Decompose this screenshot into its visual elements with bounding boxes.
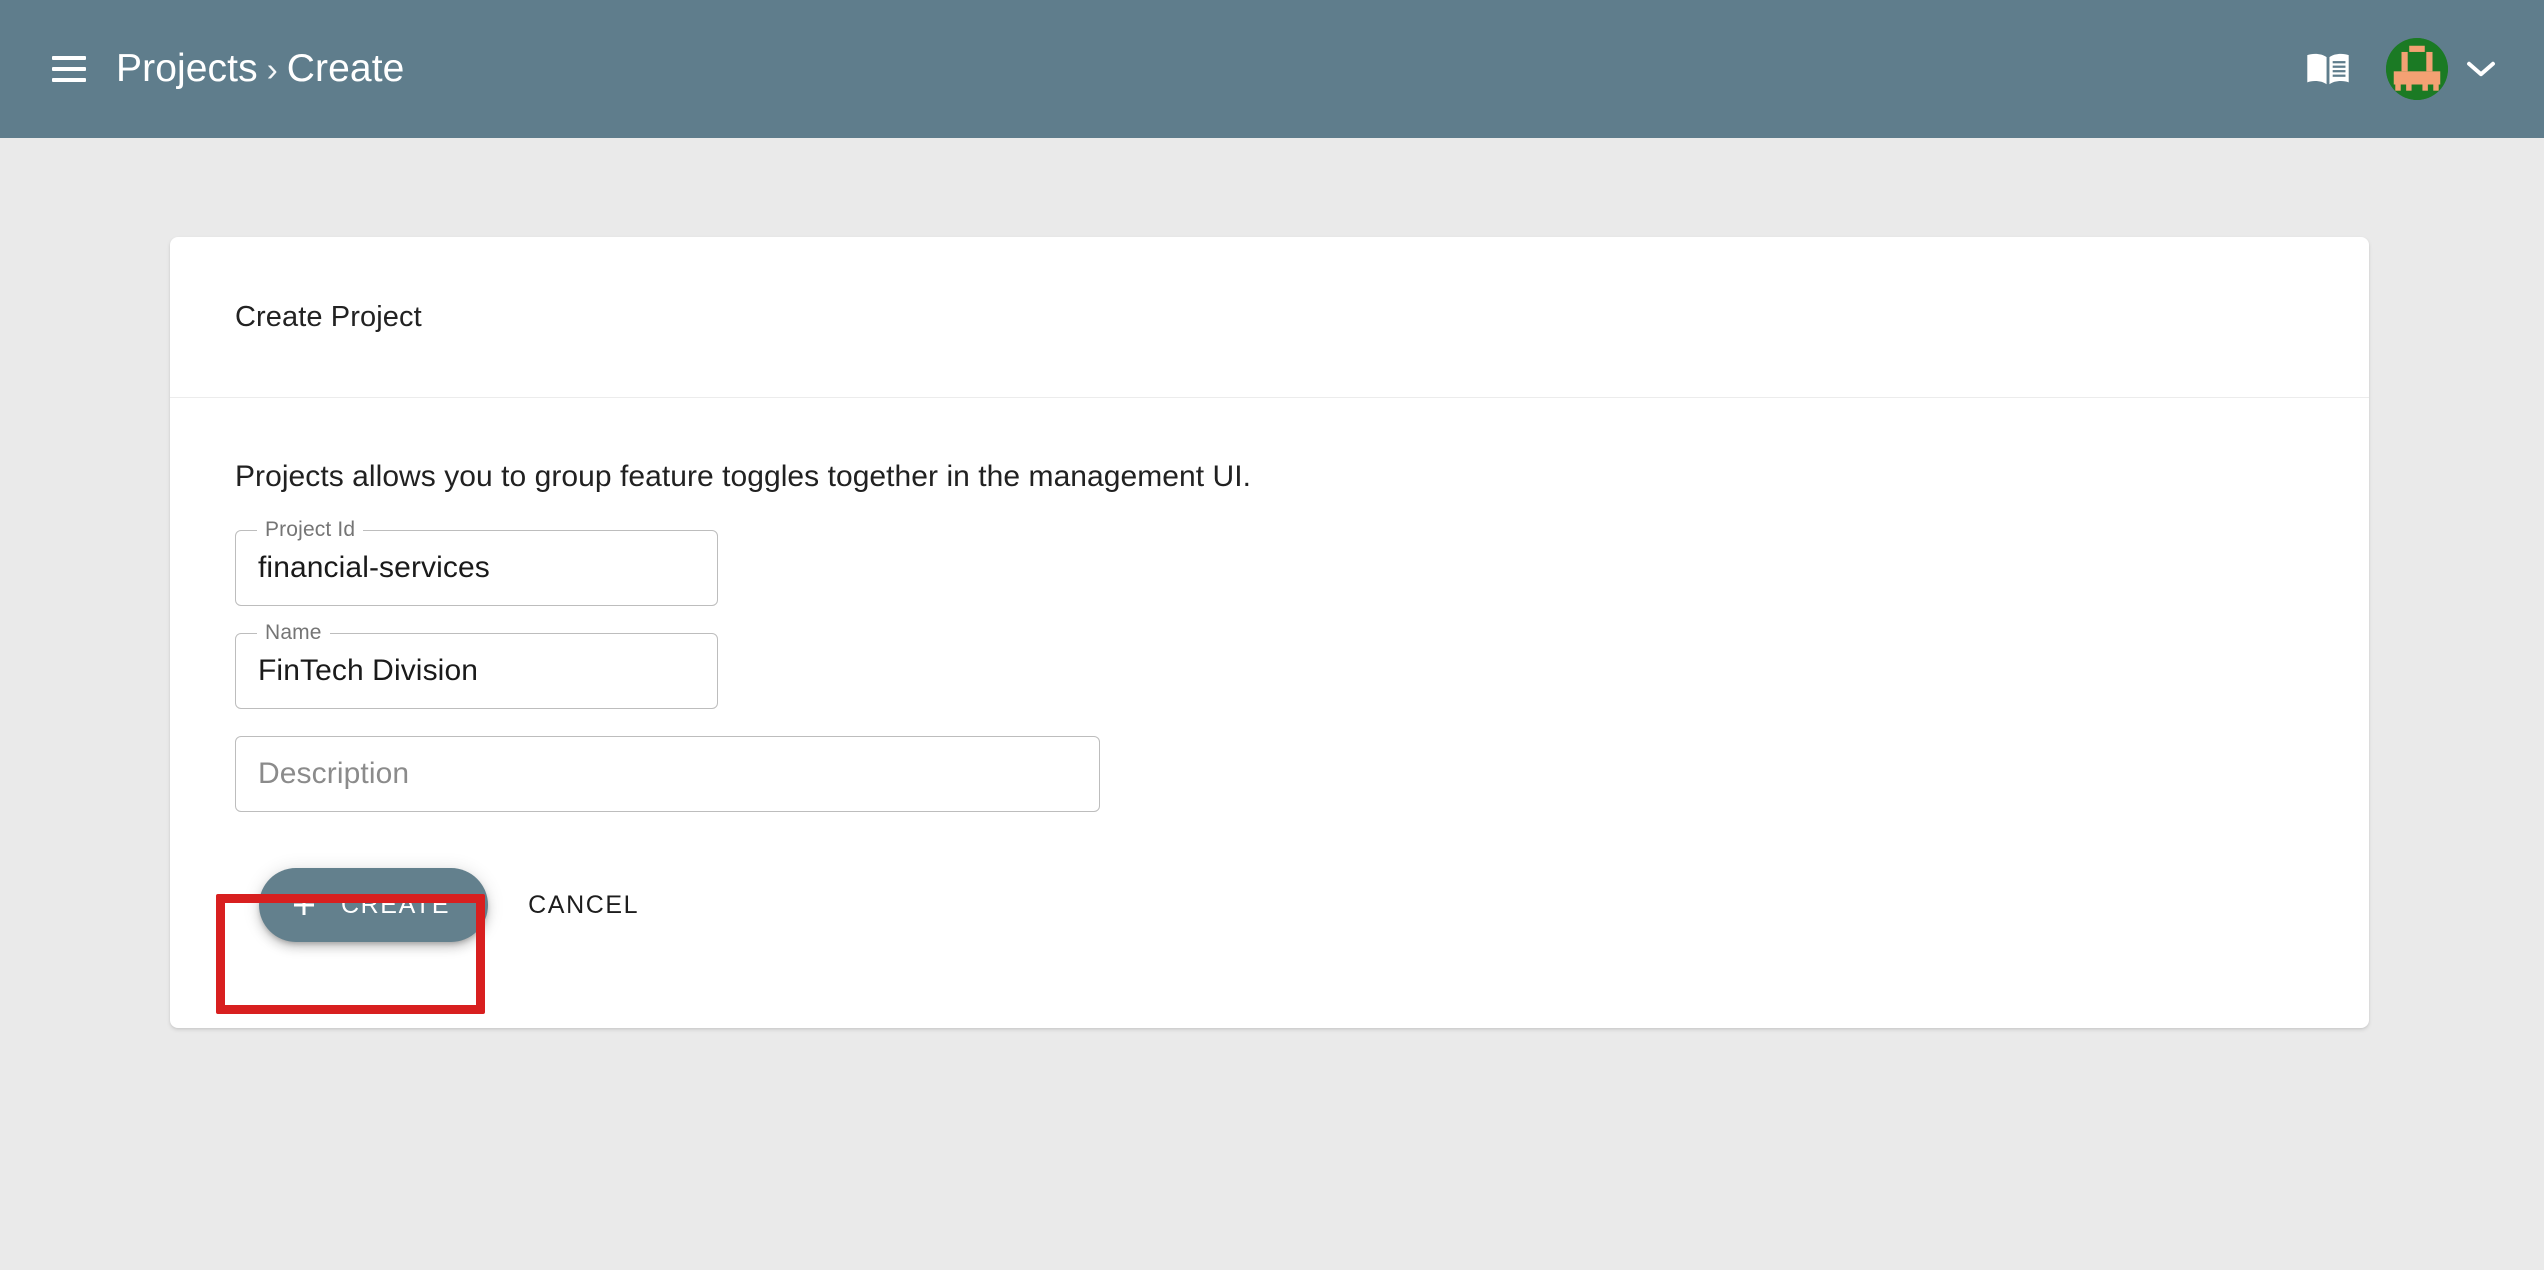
chevron-down-icon[interactable] [2466, 60, 2496, 78]
field-project-id: Project Id [235, 518, 718, 606]
breadcrumb-item-projects[interactable]: Projects [116, 47, 258, 91]
breadcrumb-item-create: Create [286, 47, 405, 90]
form-actions: CREATE CANCEL [235, 860, 2304, 950]
project-description-input[interactable] [236, 737, 1099, 811]
project-id-outline: Project Id [235, 518, 718, 606]
create-button-label: CREATE [341, 890, 451, 919]
page-content: Create Project Projects allows you to gr… [0, 138, 2544, 1270]
account-menu[interactable] [2386, 38, 2496, 100]
field-project-name: Name [235, 621, 718, 709]
project-description-outline [235, 736, 1100, 812]
user-avatar-identicon[interactable] [2386, 38, 2448, 100]
project-id-input[interactable] [236, 531, 717, 605]
create-project-card: Create Project Projects allows you to gr… [170, 237, 2369, 1028]
plus-icon [294, 895, 314, 915]
cancel-button[interactable]: CANCEL [528, 891, 639, 920]
app-bar-left-group: Projects › Create [0, 47, 404, 91]
book-icon[interactable] [2306, 51, 2350, 87]
hamburger-bar-2 [52, 67, 86, 71]
hamburger-menu-icon[interactable] [52, 56, 86, 82]
hamburger-bar-1 [52, 56, 86, 60]
project-id-label: Project Id [257, 518, 364, 542]
hamburger-bar-3 [52, 78, 86, 82]
app-bar: Projects › Create [0, 0, 2544, 138]
project-name-outline: Name [235, 621, 718, 709]
card-header: Create Project [170, 237, 2369, 398]
breadcrumb-separator: › [266, 51, 278, 88]
intro-description: Projects allows you to group feature tog… [235, 460, 1252, 493]
project-name-label: Name [257, 621, 330, 645]
page-title: Create Project [235, 300, 422, 333]
breadcrumb: Projects › Create [116, 47, 404, 91]
field-project-description [235, 736, 1100, 812]
card-body: Projects allows you to group feature tog… [170, 398, 2369, 1028]
app-bar-right-group [2306, 38, 2544, 100]
project-name-input[interactable] [236, 634, 717, 708]
create-button[interactable]: CREATE [259, 868, 489, 942]
